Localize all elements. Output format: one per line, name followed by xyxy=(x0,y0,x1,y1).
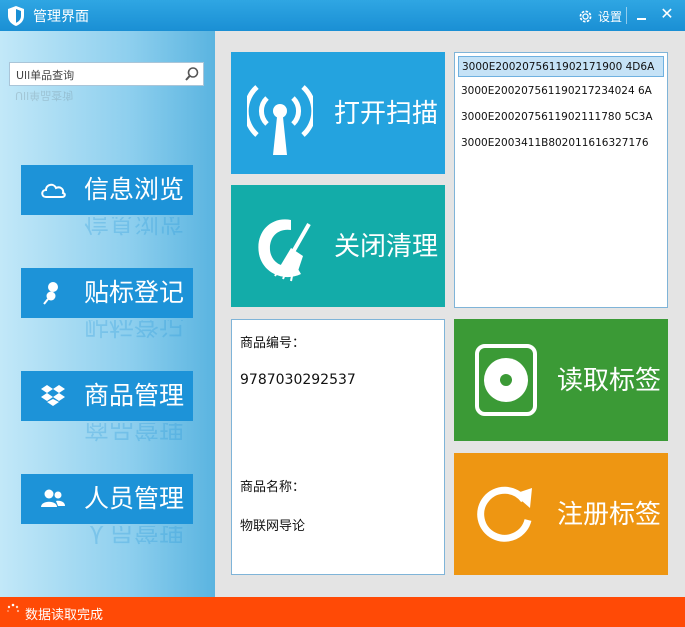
titlebar-divider xyxy=(626,7,627,24)
sidebar-item-label: 人员管理 xyxy=(84,484,185,513)
search-placeholder: Ull单品查询 xyxy=(16,69,75,82)
nav-reflection: 商品管理 xyxy=(84,423,185,443)
list-item[interactable]: 3000E2002075611902171900 4D6A xyxy=(458,56,664,77)
broom-icon xyxy=(258,219,311,282)
window-title: 管理界面 xyxy=(33,9,89,25)
cloud-icon xyxy=(41,183,66,198)
nav-reflection: 贴标登记 xyxy=(84,320,185,340)
close-clean-button[interactable]: 关闭清理 xyxy=(231,185,445,307)
open-scan-label: 打开扫描 xyxy=(334,99,439,129)
sidebar-item-info-browse[interactable]: 信息浏览 xyxy=(21,165,193,215)
search-icon[interactable] xyxy=(184,66,200,82)
pin-icon xyxy=(43,282,58,305)
title-bar: 管理界面 设置 ✕ xyxy=(0,0,685,31)
sidebar-item-label: 商品管理 xyxy=(84,381,185,410)
sidebar-item-label: 信息浏览 xyxy=(84,175,185,204)
gear-icon xyxy=(579,10,592,22)
product-info-panel: 商品编号： 9787030292537 商品名称： 物联网导论 xyxy=(231,319,445,575)
shield-logo-icon xyxy=(8,6,24,26)
settings-label: 设置 xyxy=(598,9,623,24)
sidebar-item-tag-register[interactable]: 贴标登记 xyxy=(21,268,193,318)
register-tag-label: 注册标签 xyxy=(557,500,662,530)
disc-icon xyxy=(475,344,537,416)
nav-reflection: 信息浏览 xyxy=(84,217,185,237)
signal-tower-icon xyxy=(247,85,313,155)
search-input[interactable]: Ull单品查询 xyxy=(9,62,204,86)
settings-button[interactable]: 设置 xyxy=(577,6,622,26)
dropbox-icon xyxy=(41,385,65,406)
product-name-label: 商品名称： xyxy=(240,480,306,495)
users-icon xyxy=(41,489,65,507)
product-code-value: 9787030292537 xyxy=(240,372,356,388)
status-bar: 数据读取完成 xyxy=(0,597,685,627)
sidebar-item-product-manage[interactable]: 商品管理 xyxy=(21,371,193,421)
nav-reflection: 人员管理 xyxy=(84,526,185,546)
read-tag-label: 读取标签 xyxy=(557,366,662,396)
sidebar: Ull单品查询 Ull单品查询 信息浏览 信息浏览 贴标登记 贴标登记 商品管理… xyxy=(0,31,215,597)
loading-spinner-icon xyxy=(7,603,20,613)
refresh-icon xyxy=(477,486,532,542)
open-scan-button[interactable]: 打开扫描 xyxy=(231,52,445,174)
minimize-button[interactable] xyxy=(634,6,650,24)
list-item[interactable]: 3000E200207561190217234024 6A xyxy=(458,81,664,102)
search-reflection: Ull单品查询 xyxy=(15,90,74,102)
sidebar-item-staff-manage[interactable]: 人员管理 xyxy=(21,474,193,524)
product-code-label: 商品编号： xyxy=(240,336,306,351)
read-tag-button[interactable]: 读取标签 xyxy=(454,319,668,441)
status-text: 数据读取完成 xyxy=(25,608,104,623)
list-item[interactable]: 3000E2002075611902111780 5C3A xyxy=(458,107,664,128)
list-item[interactable]: 3000E2003411B802011616327176 xyxy=(458,133,664,154)
product-name-value: 物联网导论 xyxy=(240,519,306,534)
close-button[interactable]: ✕ xyxy=(658,5,676,23)
register-tag-button[interactable]: 注册标签 xyxy=(454,453,668,575)
tag-list[interactable]: 3000E2002075611902171900 4D6A 3000E20020… xyxy=(454,52,668,308)
close-clean-label: 关闭清理 xyxy=(334,232,439,262)
sidebar-item-label: 贴标登记 xyxy=(84,278,185,307)
